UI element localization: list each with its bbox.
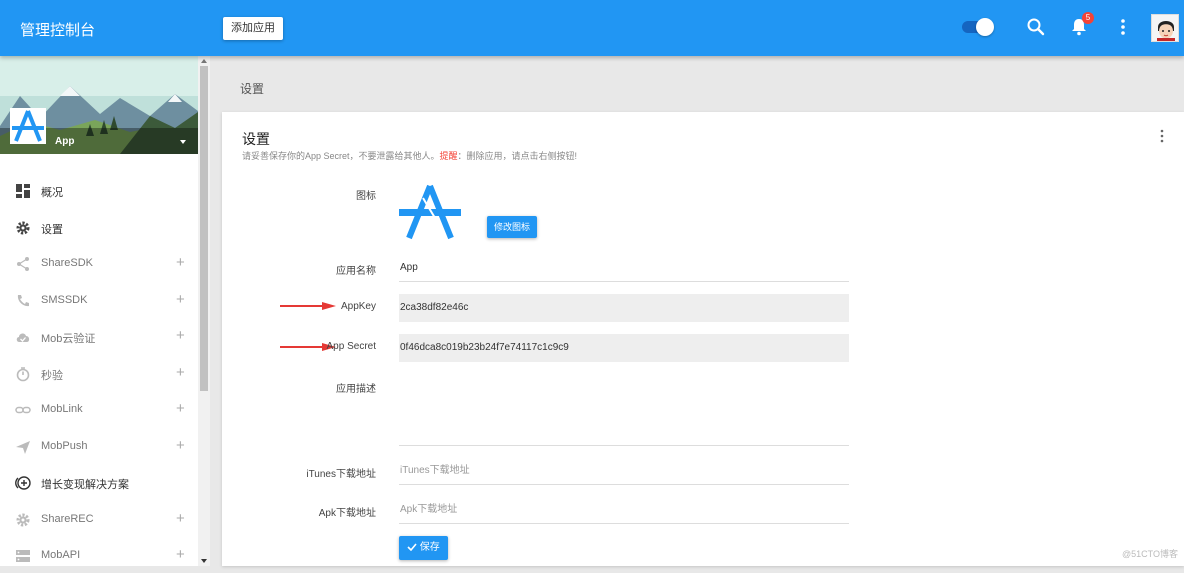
sidebar-item-label: SMSSDK [41,294,87,306]
check-icon [407,543,417,551]
sidebar-scrollbar[interactable] [198,56,210,566]
sidebar-item-moblink[interactable]: MobLink + [0,393,198,427]
app-name-field[interactable]: App [399,254,849,282]
itunes-url-label: iTunes下载地址 [306,465,376,480]
card-more-vert-icon[interactable] [1160,129,1164,143]
page-title: 设置 [242,129,270,149]
subtitle-text: 请妥善保存你的App Secret，不要泄露给其他人。 [242,151,440,161]
expand-plus-icon[interactable]: + [176,401,185,417]
gear-icon [15,512,31,528]
user-avatar[interactable] [1151,14,1179,42]
sidebar-item-label: 增长变现解决方案 [41,476,129,492]
notification-badge: 5 [1082,12,1094,24]
phone-icon [15,293,31,309]
expand-plus-icon[interactable]: + [176,365,185,381]
red-arrow-icon [280,302,336,310]
save-button-label: 保存 [420,542,440,553]
avatar-portrait-icon [1152,15,1179,42]
save-button[interactable]: 保存 [399,536,448,560]
app-icon-preview [399,184,461,240]
subtitle-warning: 提醒 [440,151,458,161]
sidebar-item-mobpush[interactable]: MobPush + [0,430,198,464]
sidebar-item-mob-verify[interactable]: Mob云验证 + [0,320,198,354]
app-name-label: 应用名称 [336,262,376,277]
add-app-button[interactable]: 添加应用 [223,17,283,40]
current-app-name: App [55,136,74,147]
add-circle-icon [15,475,31,491]
breadcrumb-bar: 设置 [210,56,1184,110]
sidebar-item-label: MobLink [41,403,83,415]
cloud-check-icon [15,329,31,345]
expand-plus-icon[interactable]: + [176,511,185,527]
dashboard-icon [15,183,31,199]
icon-label: 图标 [356,187,376,202]
appkey-label: AppKey [341,301,376,312]
sidebar-item-label: MobAPI [41,549,80,561]
expand-plus-icon[interactable]: + [176,547,185,563]
toggle-knob [976,18,994,36]
timer-icon [15,366,31,382]
sidebar-item-sharerec[interactable]: ShareREC + [0,503,198,537]
expand-plus-icon[interactable]: + [176,328,185,344]
breadcrumb: 设置 [240,80,264,97]
sidebar-item-label: 秒验 [41,367,63,383]
sidebar-item-label: Mob云验证 [41,330,95,346]
sidebar: App 概况 设置 ShareSDK + SMSSDK + Mob云验证 + 秒… [0,56,198,566]
apk-url-input[interactable]: Apk下载地址 [399,496,849,524]
app-logo-icon [10,108,46,144]
sidebar-item-label: MobPush [41,440,87,452]
sidebar-item-settings[interactable]: 设置 [0,211,198,245]
more-vert-icon[interactable] [1113,17,1133,37]
sidebar-item-smssdk[interactable]: SMSSDK + [0,284,198,318]
sidebar-item-label: ShareREC [41,513,94,525]
app-description-field[interactable] [399,374,849,446]
scroll-down-icon[interactable] [200,558,208,564]
sidebar-item-label: ShareSDK [41,257,93,269]
app-banner: App [0,56,198,154]
search-icon[interactable] [1026,17,1046,37]
apk-url-label: Apk下载地址 [319,504,376,519]
appkey-field[interactable]: 2ca38df82e46c [399,294,849,322]
settings-card: 设置 请妥善保存你的App Secret，不要泄露给其他人。提醒：删除应用，请点… [222,112,1184,566]
itunes-url-input[interactable]: iTunes下载地址 [399,457,849,485]
send-icon [15,439,31,455]
app-secret-label: App Secret [327,341,376,352]
server-icon [15,548,31,564]
sidebar-item-overview[interactable]: 概况 [0,174,198,208]
subtitle-suffix: ：删除应用，请点击右侧按钮! [458,151,578,161]
sidebar-item-label: 设置 [41,221,63,237]
sidebar-item-mobapi[interactable]: MobAPI + [0,539,198,573]
expand-plus-icon[interactable]: + [176,292,185,308]
expand-plus-icon[interactable]: + [176,438,185,454]
top-app-bar: 管理控制台 添加应用 5 [0,0,1184,56]
console-title: 管理控制台 [20,19,95,40]
app-switcher-caret-icon[interactable] [180,140,186,144]
card-subtitle: 请妥善保存你的App Secret，不要泄露给其他人。提醒：删除应用，请点击右侧… [242,149,577,162]
scrollbar-thumb[interactable] [200,66,208,391]
link-icon [15,402,31,418]
sidebar-item-growth-monetization[interactable]: 增长变现解决方案 [0,466,198,500]
share-icon [15,256,31,272]
watermark: @51CTO博客 [1122,547,1178,560]
expand-plus-icon[interactable]: + [176,255,185,271]
app-secret-field[interactable]: 0f46dca8c019b23b24f7e74117c1c9c9 [399,334,849,362]
scroll-up-icon[interactable] [200,58,208,64]
sidebar-item-sharesdk[interactable]: ShareSDK + [0,247,198,281]
sidebar-item-miaoyan[interactable]: 秒验 + [0,357,198,391]
app-description-label: 应用描述 [336,380,376,395]
sidebar-item-label: 概况 [41,184,63,200]
gear-icon [15,220,31,236]
edit-icon-button[interactable]: 修改图标 [487,216,537,238]
theme-toggle[interactable] [962,21,992,33]
